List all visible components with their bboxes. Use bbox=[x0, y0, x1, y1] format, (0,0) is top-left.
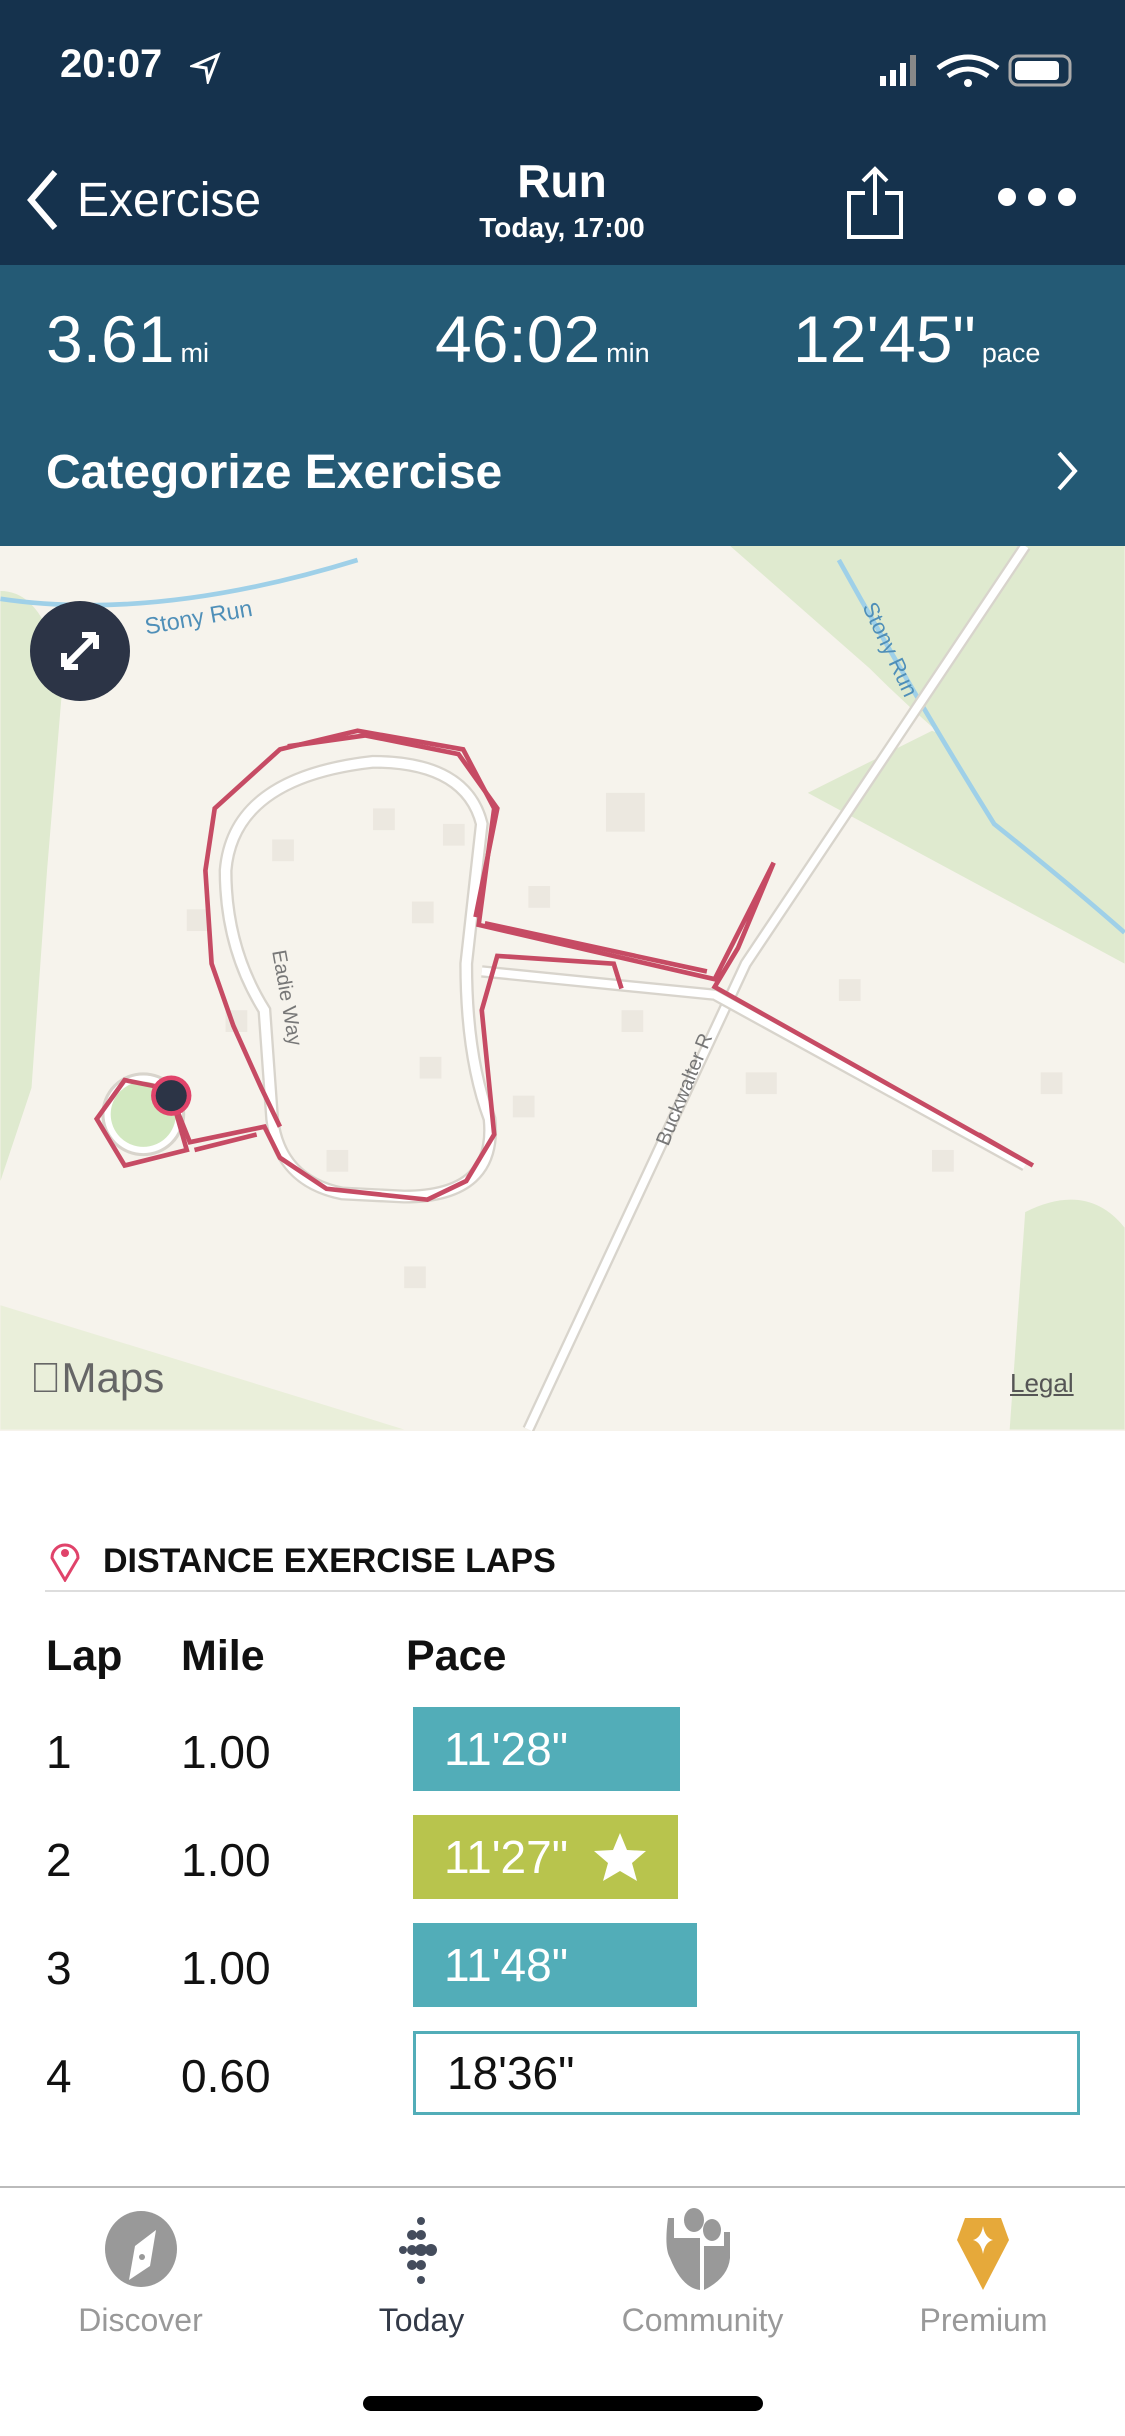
categorize-label: Categorize Exercise bbox=[46, 446, 503, 499]
lap-number: 1 bbox=[46, 1726, 72, 1778]
route-map[interactable]: Stony Run Stony Run Eadie Way Buckwalter… bbox=[0, 546, 1125, 1431]
status-time: 20:07 bbox=[60, 42, 163, 86]
lap-pace-bar: 11'48" bbox=[413, 1923, 697, 2007]
column-header-mile: Mile bbox=[181, 1632, 265, 1680]
pace-unit: pace bbox=[981, 338, 1041, 368]
expand-arrows-icon bbox=[61, 632, 99, 670]
status-icons bbox=[880, 54, 1072, 87]
location-pin-icon bbox=[50, 1543, 80, 1583]
maps-attribution: Maps bbox=[30, 1354, 165, 1401]
pace-value: 12'45" bbox=[793, 302, 976, 376]
categorize-exercise-row[interactable]: Categorize Exercise bbox=[0, 405, 1125, 545]
tab-label: Discover bbox=[78, 2302, 203, 2338]
map-canvas: Stony Run Stony Run Eadie Way Buckwalter… bbox=[0, 546, 1125, 1431]
lap-number: 3 bbox=[46, 1942, 72, 1994]
stream bbox=[0, 557, 359, 608]
map-label-street: Buckwalter R bbox=[652, 1030, 717, 1148]
duration-unit: min bbox=[606, 338, 650, 368]
page-subtitle: Today, 17:00 bbox=[479, 212, 645, 243]
back-label: Exercise bbox=[77, 173, 262, 227]
chevron-left-icon bbox=[27, 170, 58, 230]
lap-pace-bar: 18'36" bbox=[413, 2031, 1080, 2115]
share-icon[interactable] bbox=[845, 165, 905, 240]
more-options-icon[interactable] bbox=[995, 185, 1080, 209]
expand-map-button[interactable] bbox=[30, 601, 130, 701]
table-row: 3 1.00 11'48" bbox=[0, 1923, 1125, 2007]
tab-label: Premium bbox=[919, 2302, 1048, 2338]
table-row: 2 1.00 11'27" bbox=[0, 1815, 1125, 1899]
fitbit-dots-icon bbox=[399, 2217, 437, 2284]
tab-label: Community bbox=[621, 2302, 784, 2338]
table-row: 4 0.60 18'36" bbox=[0, 2031, 1125, 2115]
lap-mile: 0.60 bbox=[181, 2050, 271, 2102]
lap-mile: 1.00 bbox=[181, 1834, 271, 1886]
chevron-right-icon bbox=[1057, 451, 1078, 491]
legal-link[interactable]: Legal bbox=[1010, 1368, 1074, 1399]
page-title: Run bbox=[517, 155, 607, 207]
lap-number: 4 bbox=[46, 2050, 72, 2102]
duration-stat: 46:02 min bbox=[435, 301, 650, 377]
lap-pace-bar: 11'28" bbox=[413, 1707, 680, 1791]
header: 20:07 Exercise Run Today, 17:00 bbox=[0, 0, 1125, 265]
distance-unit: mi bbox=[180, 338, 209, 368]
community-icon bbox=[666, 2208, 730, 2290]
divider bbox=[45, 1590, 1125, 1592]
premium-gem-icon bbox=[957, 2218, 1009, 2290]
lap-mile: 1.00 bbox=[181, 1942, 271, 1994]
best-lap-star-icon bbox=[594, 1833, 646, 1881]
tab-label: Today bbox=[378, 2302, 465, 2338]
laps-section-header bbox=[48, 1538, 82, 1587]
pace-stat: 12'45" pace bbox=[793, 301, 1040, 377]
table-row: 1 1.00 11'28" bbox=[0, 1707, 1125, 1791]
laps-section-title: DISTANCE EXERCISE LAPS bbox=[103, 1542, 556, 1580]
lap-mile: 1.00 bbox=[181, 1726, 271, 1778]
lap-number: 2 bbox=[46, 1834, 72, 1886]
apple-maps-logo: Maps bbox=[30, 1354, 164, 1402]
distance-value: 3.61 bbox=[46, 302, 175, 376]
distance-stat: 3.61 mi bbox=[46, 301, 209, 377]
column-header-lap: Lap bbox=[46, 1632, 123, 1680]
column-header-pace: Pace bbox=[406, 1632, 507, 1680]
exercise-summary: 3.61 mi 46:02 min 12'45" pace Categorize Ex… bbox=[0, 265, 1125, 546]
back-button[interactable]: Exercise bbox=[25, 168, 261, 232]
duration-value: 46:02 bbox=[435, 302, 601, 376]
home-indicator[interactable] bbox=[363, 2396, 763, 2411]
location-arrow-icon bbox=[190, 52, 221, 84]
compass-icon bbox=[105, 2211, 177, 2287]
